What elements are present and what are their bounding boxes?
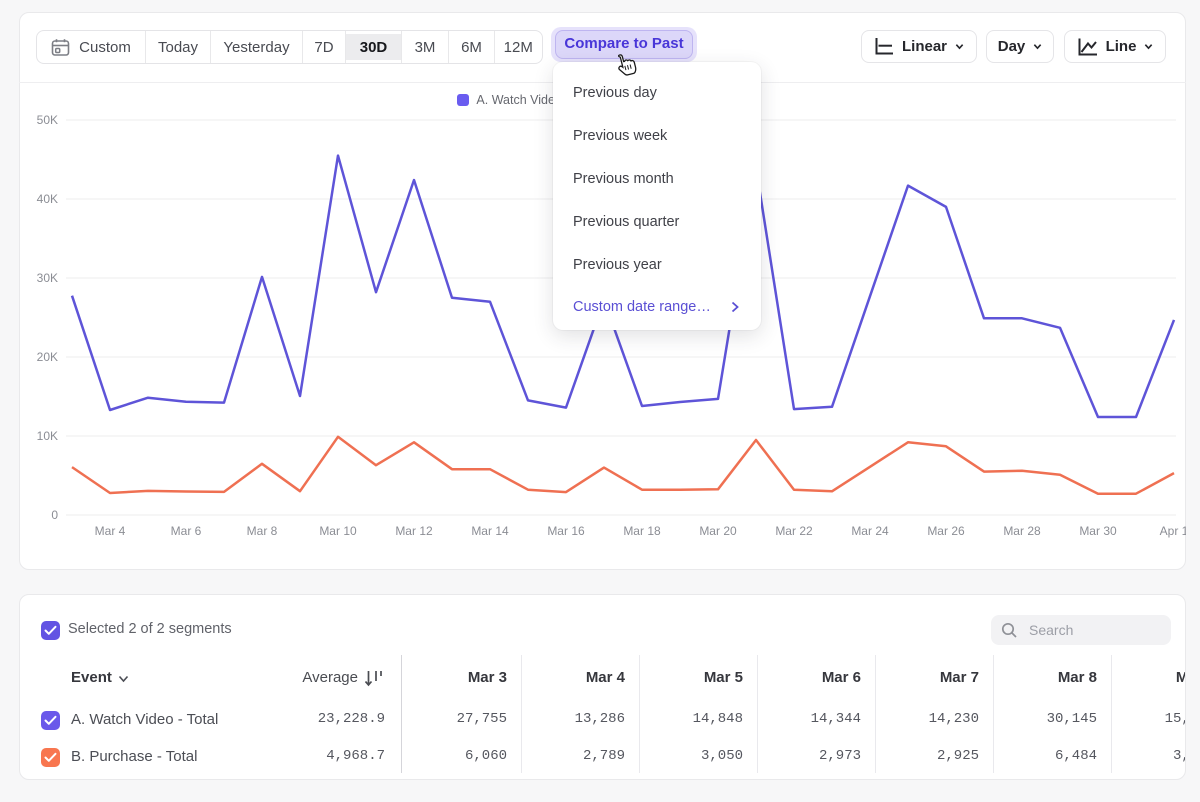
svg-text:Mar 16: Mar 16 [547, 524, 585, 538]
svg-text:Apr 1: Apr 1 [1160, 524, 1186, 538]
svg-text:Mar 22: Mar 22 [775, 524, 813, 538]
svg-text:Mar 24: Mar 24 [851, 524, 889, 538]
svg-text:Mar 10: Mar 10 [319, 524, 357, 538]
svg-text:Mar 26: Mar 26 [927, 524, 965, 538]
svg-text:Mar 8: Mar 8 [247, 524, 278, 538]
svg-text:Mar 14: Mar 14 [471, 524, 509, 538]
svg-text:30K: 30K [37, 271, 58, 285]
svg-text:20K: 20K [37, 350, 58, 364]
svg-text:40K: 40K [37, 192, 58, 206]
svg-text:Mar 18: Mar 18 [623, 524, 661, 538]
svg-text:Mar 4: Mar 4 [95, 524, 126, 538]
svg-text:Mar 20: Mar 20 [699, 524, 737, 538]
svg-text:Mar 30: Mar 30 [1079, 524, 1117, 538]
svg-text:0: 0 [51, 508, 58, 522]
svg-text:Mar 28: Mar 28 [1003, 524, 1041, 538]
svg-text:Mar 12: Mar 12 [395, 524, 433, 538]
svg-text:Mar 6: Mar 6 [171, 524, 202, 538]
svg-text:10K: 10K [37, 429, 58, 443]
svg-text:50K: 50K [37, 113, 58, 127]
